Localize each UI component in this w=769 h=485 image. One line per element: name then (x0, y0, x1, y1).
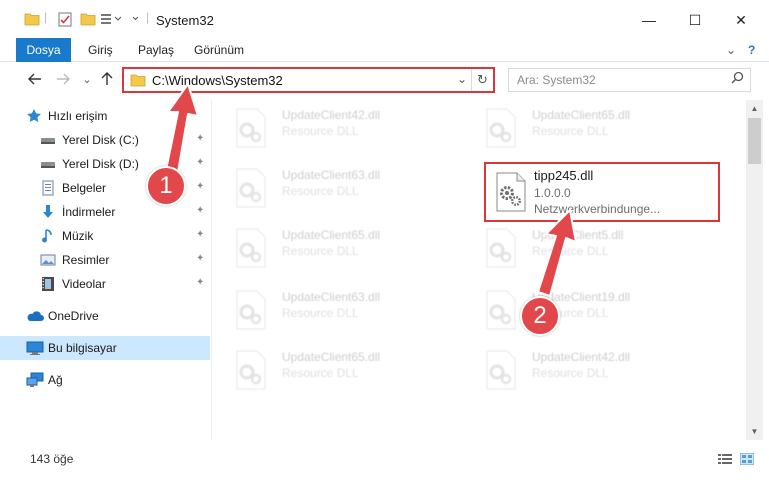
properties-icon[interactable] (58, 12, 72, 27)
maximize-button[interactable]: ☐ (672, 6, 718, 34)
help-icon[interactable]: ? (738, 38, 765, 62)
download-icon (40, 204, 56, 220)
file-item[interactable]: UpdateClient42.dll Resource DLL (476, 344, 712, 394)
tab-share[interactable]: Paylaş (128, 38, 184, 62)
recent-locations-icon[interactable]: ⌄ (76, 68, 98, 90)
dll-file-icon (494, 172, 528, 212)
dll-file-icon (234, 350, 268, 390)
file-version: 1.0.0.0 (534, 186, 571, 200)
sidebar-item-quick-access[interactable]: Hızlı erişim (0, 104, 210, 128)
file-item[interactable]: UpdateClient63.dll Resource DLL (226, 162, 462, 212)
back-button[interactable] (24, 68, 46, 90)
ribbon-tabs: Dosya Giriş Paylaş Görünüm ⌄ ? (0, 38, 769, 62)
cloud-icon (26, 308, 44, 324)
file-item[interactable]: UpdateClient65.dll Resource DLL (226, 222, 462, 272)
address-bar[interactable]: C:\Windows\System32 ⌄ ↻ (122, 67, 495, 93)
file-item[interactable]: UpdateClient5.dll Resource DLL (476, 222, 712, 272)
sidebar-item-onedrive[interactable]: OneDrive (0, 304, 210, 328)
file-list: UpdateClient42.dll Resource DLL UpdateCl… (214, 100, 746, 440)
folder-icon (24, 12, 40, 26)
pin-icon[interactable]: ✦ (196, 181, 204, 192)
scroll-down-icon[interactable]: ▼ (746, 423, 763, 440)
step-badge-2: 2 (520, 296, 560, 336)
new-folder-icon[interactable] (80, 12, 96, 26)
vertical-scrollbar[interactable]: ▲ ▼ (746, 100, 763, 440)
sidebar-item-local-disk-c[interactable]: Yerel Disk (C:) ✦ (0, 128, 210, 152)
status-bar: 143 öğe (0, 444, 769, 474)
dll-file-icon (484, 108, 518, 148)
item-count: 143 öğe (30, 452, 74, 466)
scroll-thumb[interactable] (748, 118, 761, 164)
tab-home[interactable]: Giriş (78, 38, 123, 62)
navigation-bar: ⌄ C:\Windows\System32 ⌄ ↻ Ara: System32 (0, 62, 769, 98)
navigation-pane: Hızlı erişim Yerel Disk (C:) ✦ Yerel Dis… (0, 100, 212, 440)
file-item[interactable]: UpdateClient63.dll Resource DLL (226, 284, 462, 334)
close-button[interactable]: ✕ (718, 6, 764, 34)
title-bar: | ⌄ | System32 — ☐ ✕ (0, 0, 769, 38)
star-icon (26, 108, 42, 124)
dll-file-icon (234, 168, 268, 208)
pin-icon[interactable]: ✦ (196, 205, 204, 216)
documents-icon (40, 180, 56, 196)
chevron-down-icon[interactable]: ⌄ (130, 8, 141, 24)
sidebar-item-this-pc[interactable]: Bu bilgisayar (0, 336, 210, 360)
tab-file[interactable]: Dosya (16, 38, 71, 62)
dll-file-icon (234, 290, 268, 330)
dll-file-icon (484, 350, 518, 390)
file-description: Netzwerkverbindunge... (534, 202, 661, 216)
details-view-icon[interactable] (718, 453, 732, 465)
sidebar-item-downloads[interactable]: İndirmeler ✦ (0, 200, 210, 224)
dll-file-icon (234, 228, 268, 268)
file-item[interactable]: UpdateClient65.dll Resource DLL (226, 344, 462, 394)
customize-toolbar-icon[interactable] (100, 12, 124, 26)
pin-icon[interactable]: ✦ (196, 277, 204, 288)
step-badge-1: 1 (146, 166, 186, 206)
dll-file-icon (484, 290, 518, 330)
search-placeholder[interactable]: Ara: System32 (517, 73, 596, 87)
minimize-button[interactable]: — (626, 6, 672, 34)
file-name: tipp245.dll (534, 168, 594, 183)
computer-icon (26, 340, 44, 356)
file-item-tipp245-dll[interactable]: tipp245.dll 1.0.0.0 Netzwerkverbindunge.… (484, 162, 720, 222)
video-icon (40, 276, 56, 292)
search-icon (731, 71, 744, 87)
folder-icon (130, 73, 146, 90)
network-icon (26, 372, 44, 388)
pin-icon[interactable]: ✦ (196, 229, 204, 240)
file-item[interactable]: UpdateClient65.dll Resource DLL (476, 102, 712, 152)
forward-button[interactable] (52, 68, 74, 90)
tab-view[interactable]: Görünüm (184, 38, 254, 62)
pin-icon[interactable]: ✦ (196, 157, 204, 168)
address-dropdown-icon[interactable]: ⌄ (457, 72, 467, 86)
sidebar-item-pictures[interactable]: Resimler ✦ (0, 248, 210, 272)
pin-icon[interactable]: ✦ (196, 253, 204, 264)
pin-icon[interactable]: ✦ (196, 133, 204, 144)
up-button[interactable] (96, 68, 118, 90)
drive-icon (40, 156, 56, 172)
refresh-button[interactable]: ↻ (471, 69, 493, 91)
file-item[interactable]: UpdateClient19.dll Resource DLL (476, 284, 712, 334)
file-item[interactable]: UpdateClient42.dll Resource DLL (226, 102, 462, 152)
address-path[interactable]: C:\Windows\System32 (152, 73, 283, 88)
sidebar-item-network[interactable]: Ağ (0, 368, 210, 392)
search-box[interactable]: Ara: System32 (508, 68, 751, 92)
scroll-up-icon[interactable]: ▲ (746, 100, 763, 117)
dll-file-icon (484, 228, 518, 268)
sidebar-item-videos[interactable]: Videolar ✦ (0, 272, 210, 296)
drive-icon (40, 132, 56, 148)
music-icon (40, 228, 56, 244)
window-title: System32 (156, 13, 214, 28)
large-icons-view-icon[interactable] (739, 452, 755, 466)
dll-file-icon (234, 108, 268, 148)
pictures-icon (40, 252, 56, 268)
sidebar-item-music[interactable]: Müzik ✦ (0, 224, 210, 248)
